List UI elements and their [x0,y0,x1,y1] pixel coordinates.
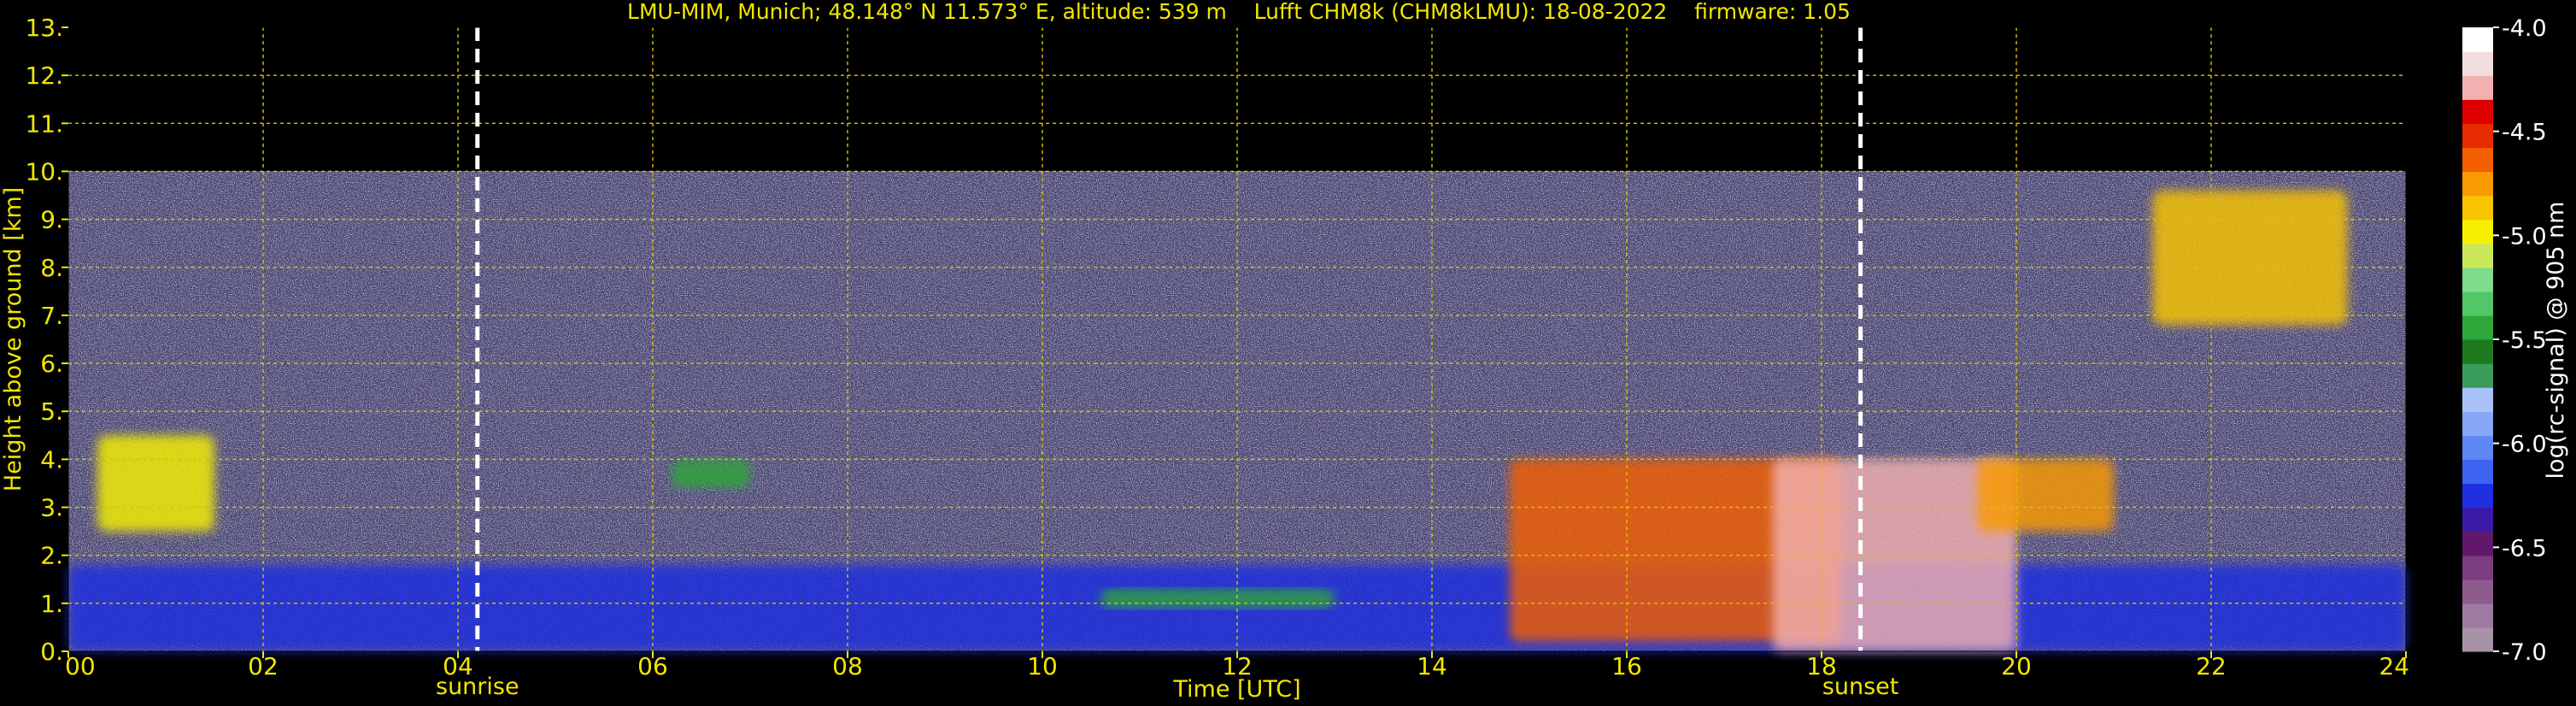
colorbar-tick-label: -5.5 [2502,327,2547,354]
y-tick-label: 8. [40,254,63,282]
colorbar-tick-label: -7.0 [2502,639,2547,666]
plot-area: sunrise sunset [67,26,2407,700]
colorbar-ticks: -4.0 -4.5 -5.0 -5.5 -6.0 -6.5 -7.0 [2493,15,2547,666]
x-tick-label: 02 [248,652,279,680]
x-tick-label: 24 [2379,652,2409,680]
y-tick-label: 9. [40,206,63,234]
colorbar-segment [2462,99,2493,124]
y-axis-label: Height above ground [km] [0,187,26,491]
colorbar-tick-label: -4.5 [2502,120,2547,146]
x-axis-label: Time [UTC] [1172,676,1300,703]
y-tick-label: 1. [40,590,63,618]
colorbar-segment [2462,267,2493,292]
colorbar-segment [2462,171,2493,197]
colorbar [2462,27,2493,652]
y-tick-label: 6. [40,350,63,378]
colorbar-segment [2462,459,2493,485]
feature-cloud [672,459,750,489]
x-tick-label: 18 [1806,652,1837,680]
colorbar-segment [2462,387,2493,412]
x-tick-label: 04 [443,652,473,680]
colorbar-segment [2462,555,2493,580]
colorbar-tick-label: -4.0 [2502,15,2547,42]
feature-cirrus [2152,190,2348,326]
y-tick-label: 2. [40,542,63,570]
x-tick-label: 10 [1027,652,1058,680]
colorbar-segment [2462,507,2493,532]
colorbar-tick-label: -5.0 [2502,223,2547,250]
x-tick-label: 14 [1417,652,1447,680]
colorbar-segment [2462,363,2493,388]
y-tick-label: 7. [40,302,63,330]
colorbar-segment [2462,51,2493,76]
colorbar-segment [2462,531,2493,556]
colorbar-tick-label: -6.0 [2502,432,2547,458]
feature-cloud [1100,589,1335,609]
colorbar-segment [2462,627,2493,652]
chart-title: LMU-MIM, Munich; 48.148° N 11.573° E, al… [627,0,1851,24]
x-tick-label: 20 [2001,652,2032,680]
colorbar-segment [2462,603,2493,628]
y-tick-label: 11. [25,109,63,138]
colorbar-segment [2462,195,2493,221]
y-tick-label: 10. [25,157,63,185]
colorbar-segment [2462,27,2493,52]
x-tick-label: 16 [1611,652,1642,680]
y-tick-label: 3. [40,494,63,522]
colorbar-segment [2462,243,2493,268]
colorbar-segment [2462,579,2493,604]
colorbar-segment [2462,315,2493,340]
y-axis-ticks: 0. 1. 2. 3. 4. 5. 6. 7. 8. 9. 10. 11. 12. 13. [25,14,68,666]
colorbar-segment [2462,147,2493,173]
colorbar-segment [2462,435,2493,460]
colorbar-segment [2462,411,2493,436]
y-tick-label: 13. [25,14,63,42]
x-tick-label: 00 [65,652,96,680]
colorbar-segment [2462,339,2493,364]
ceilometer-chart: LMU-MIM, Munich; 48.148° N 11.573° E, al… [0,0,2569,703]
y-tick-label: 0. [40,638,63,666]
x-tick-label: 08 [832,652,863,680]
colorbar-segment [2462,123,2493,148]
y-tick-label: 4. [40,445,63,474]
colorbar-segment [2462,219,2493,244]
y-tick-label: 5. [40,397,63,426]
colorbar-segment [2462,483,2493,509]
feature-cloud [97,435,214,532]
x-tick-label: 22 [2196,652,2227,680]
colorbar-tick-label: -6.5 [2502,535,2547,562]
colorbar-segment [2462,75,2493,100]
feature-cloud [1977,459,2114,532]
x-tick-label: 06 [637,652,668,680]
colorbar-label: log(rc-signal) @ 905 nm [2543,202,2569,479]
colorbar-segment [2462,291,2493,316]
y-tick-label: 12. [25,62,63,90]
